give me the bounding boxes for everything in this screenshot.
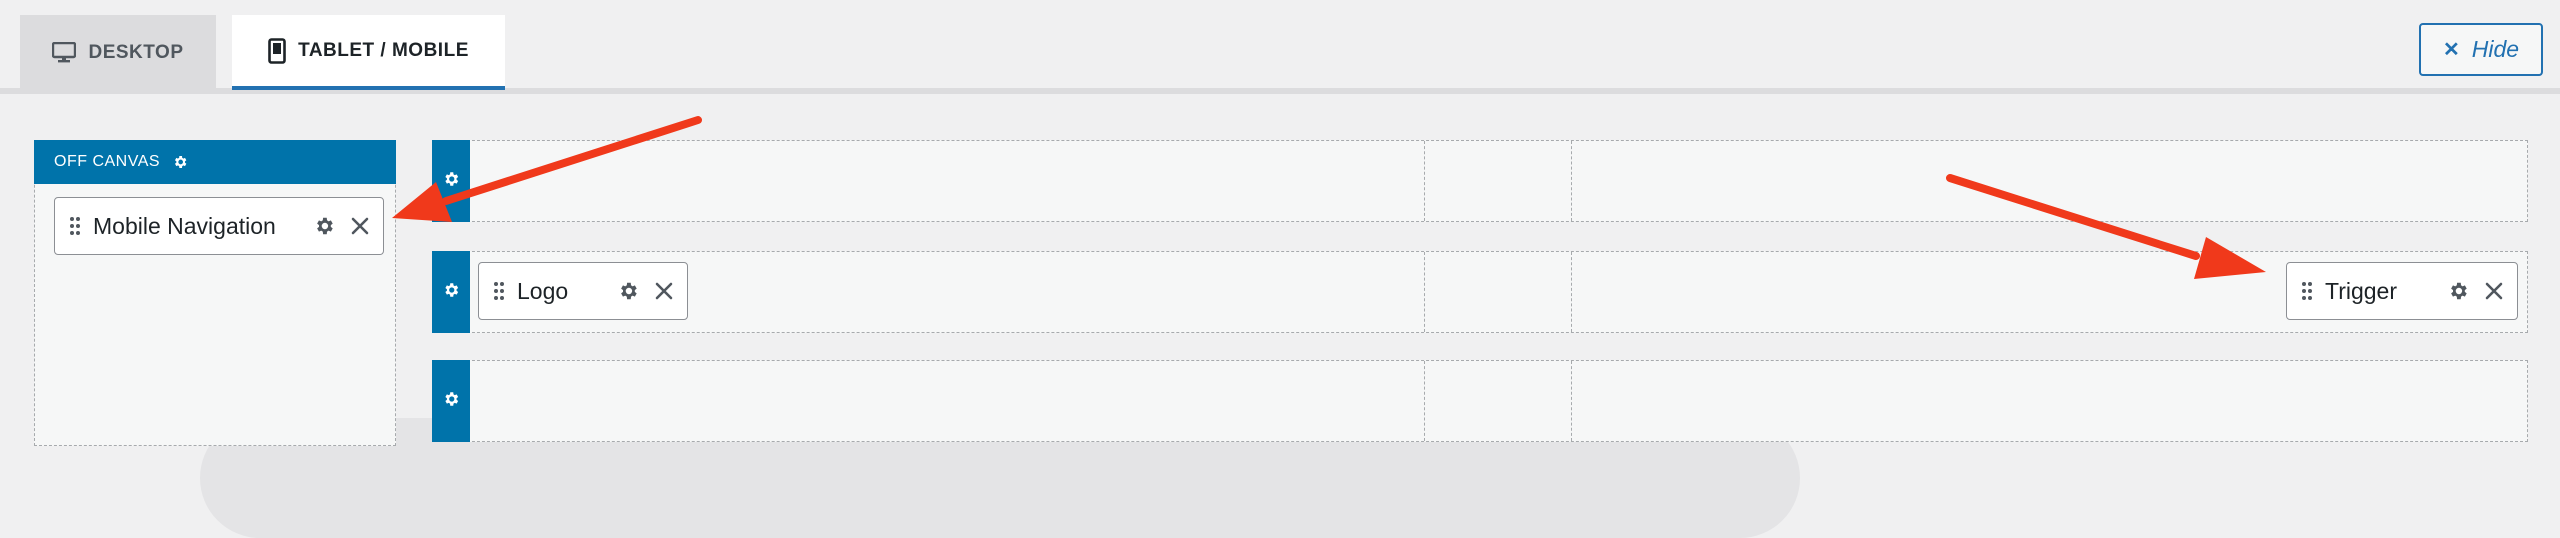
arrow-to-trigger [1946, 174, 2266, 279]
arrow-to-mobile-navigation [392, 116, 702, 222]
annotation-arrows [392, 116, 2266, 279]
